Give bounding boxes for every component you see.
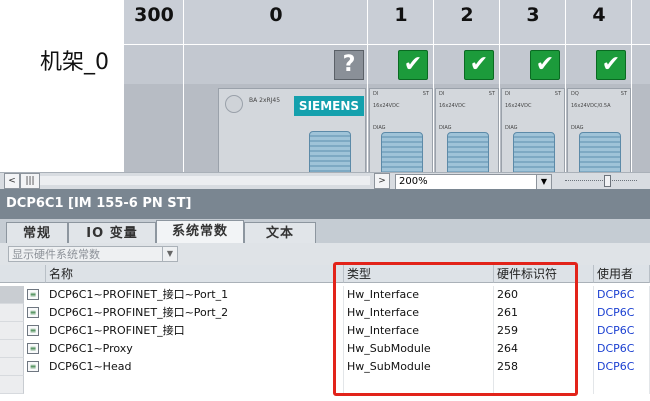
module-type: DI [373, 91, 379, 97]
module-st: ST [488, 91, 495, 97]
cell-name: DCP6C1~Proxy [46, 340, 344, 358]
io-module-3[interactable]: DI ST 16x24VDC DIAG [501, 88, 565, 172]
connector-icon [381, 132, 423, 172]
slot-body-300 [123, 84, 184, 172]
constant-icon: ≡ [27, 325, 39, 336]
tab-texts[interactable]: 文本 [244, 222, 316, 243]
slot-header-4: 4 [565, 0, 632, 44]
cell-user[interactable]: DCP6C [594, 322, 650, 340]
module-spec: 16x24VDC/0.5A [571, 103, 611, 109]
row-selector[interactable] [0, 286, 24, 304]
cell-user[interactable]: DCP6C [594, 286, 650, 304]
zoom-select[interactable]: 200% ▼ [395, 174, 552, 190]
cell-name: DCP6C1~PROFINET_接口 [46, 322, 344, 340]
io-module-1[interactable]: DI ST 16x24VDC DIAG [369, 88, 433, 172]
cell-user[interactable]: DCP6C [594, 358, 650, 376]
scroll-left-button[interactable]: < [4, 173, 20, 189]
table-header-gutter [0, 265, 46, 283]
unknown-status-icon: ? [334, 50, 364, 80]
highlight-box [333, 262, 578, 396]
slot-header-2: 2 [433, 0, 500, 44]
slot-status-5 [631, 44, 650, 85]
scroll-thumb[interactable]: ||| [20, 173, 40, 189]
check-icon: ✔ [530, 50, 560, 80]
zoom-slider-thumb[interactable] [604, 175, 611, 187]
connector-icon [447, 132, 489, 172]
constant-icon: ≡ [27, 289, 39, 300]
zoom-value: 200% [399, 176, 428, 187]
module-st: ST [620, 91, 627, 97]
check-icon: ✔ [398, 50, 428, 80]
zoom-slider-track[interactable] [565, 180, 637, 182]
panel-title: DCP6C1 [IM 155-6 PN ST] [0, 189, 650, 219]
tab-io-tags[interactable]: IO 变量 [68, 222, 156, 243]
connector-icon [513, 132, 555, 172]
module-st: ST [554, 91, 561, 97]
row-selector[interactable] [0, 340, 24, 358]
slot-status-1: ✔ [367, 44, 434, 85]
constant-icon: ≡ [27, 343, 39, 354]
connector-icon [579, 132, 621, 172]
check-icon: ✔ [596, 50, 626, 80]
column-header-name[interactable]: 名称 [46, 265, 344, 283]
cell-name [46, 376, 344, 394]
tab-general[interactable]: 常规 [6, 222, 68, 243]
slot-header-5 [631, 0, 650, 44]
module-diag: DIAG [439, 125, 452, 131]
constant-icon: ≡ [27, 307, 39, 318]
io-module-2[interactable]: DI ST 16x24VDC DIAG [435, 88, 499, 172]
slot-header-0: 0 [183, 0, 368, 44]
slot-header-1: 1 [367, 0, 434, 44]
scroll-right-button[interactable]: > [374, 173, 390, 189]
zoom-bar: < ||| > 200% ▼ [0, 172, 650, 190]
device-view[interactable]: 机架_0 300 0 1 2 3 4 ? ✔ ✔ ✔ ✔ BA 2xRJ45 S… [0, 0, 650, 172]
chevron-down-icon: ▼ [162, 247, 177, 261]
module-diag: DIAG [505, 125, 518, 131]
slot-status-2: ✔ [433, 44, 500, 85]
chevron-down-icon: ▼ [536, 175, 551, 189]
constant-icon: ≡ [27, 361, 39, 372]
row-selector[interactable] [0, 358, 24, 376]
filter-select[interactable]: 显示硬件系统常数 ▼ [8, 246, 178, 262]
status-led-icon [225, 95, 243, 113]
rack-name: 机架_0 [40, 50, 109, 75]
head-module-label: BA 2xRJ45 [249, 97, 281, 104]
module-spec: 16x24VDC [439, 103, 466, 109]
tab-bar: 常规 IO 变量 系统常数 文本 [0, 219, 650, 243]
module-spec: 16x24VDC [373, 103, 400, 109]
column-header-user[interactable]: 使用者 [594, 265, 650, 283]
filter-value: 显示硬件系统常数 [12, 248, 100, 261]
io-module-4[interactable]: DQ ST 16x24VDC/0.5A DIAG [567, 88, 631, 172]
module-type: DI [439, 91, 445, 97]
module-diag: DIAG [571, 125, 584, 131]
module-diag: DIAG [373, 125, 386, 131]
slot-header-3: 3 [499, 0, 566, 44]
row-selector[interactable] [0, 322, 24, 340]
row-selector[interactable] [0, 304, 24, 322]
module-spec: 16x24VDC [505, 103, 532, 109]
module-type: DI [505, 91, 511, 97]
horizontal-scrollbar-track[interactable] [40, 176, 370, 185]
cell-user[interactable]: DCP6C [594, 340, 650, 358]
module-st: ST [422, 91, 429, 97]
cell-user [594, 376, 650, 394]
slot-status-3: ✔ [499, 44, 566, 85]
slot-status-4: ✔ [565, 44, 632, 85]
slot-header-300: 300 [123, 0, 184, 44]
tab-system-constants[interactable]: 系统常数 [156, 220, 244, 243]
cell-name: DCP6C1~Head [46, 358, 344, 376]
slot-status-0: ? [183, 44, 368, 85]
slot-body-5 [631, 84, 650, 172]
cell-name: DCP6C1~PROFINET_接口~Port_1 [46, 286, 344, 304]
module-type: DQ [571, 91, 579, 97]
cell-name: DCP6C1~PROFINET_接口~Port_2 [46, 304, 344, 322]
connector-icon [309, 131, 351, 172]
row-selector[interactable] [0, 376, 24, 394]
check-icon: ✔ [464, 50, 494, 80]
slot-status-300 [123, 44, 184, 85]
siemens-logo: SIEMENS [294, 96, 364, 116]
cell-user[interactable]: DCP6C [594, 304, 650, 322]
